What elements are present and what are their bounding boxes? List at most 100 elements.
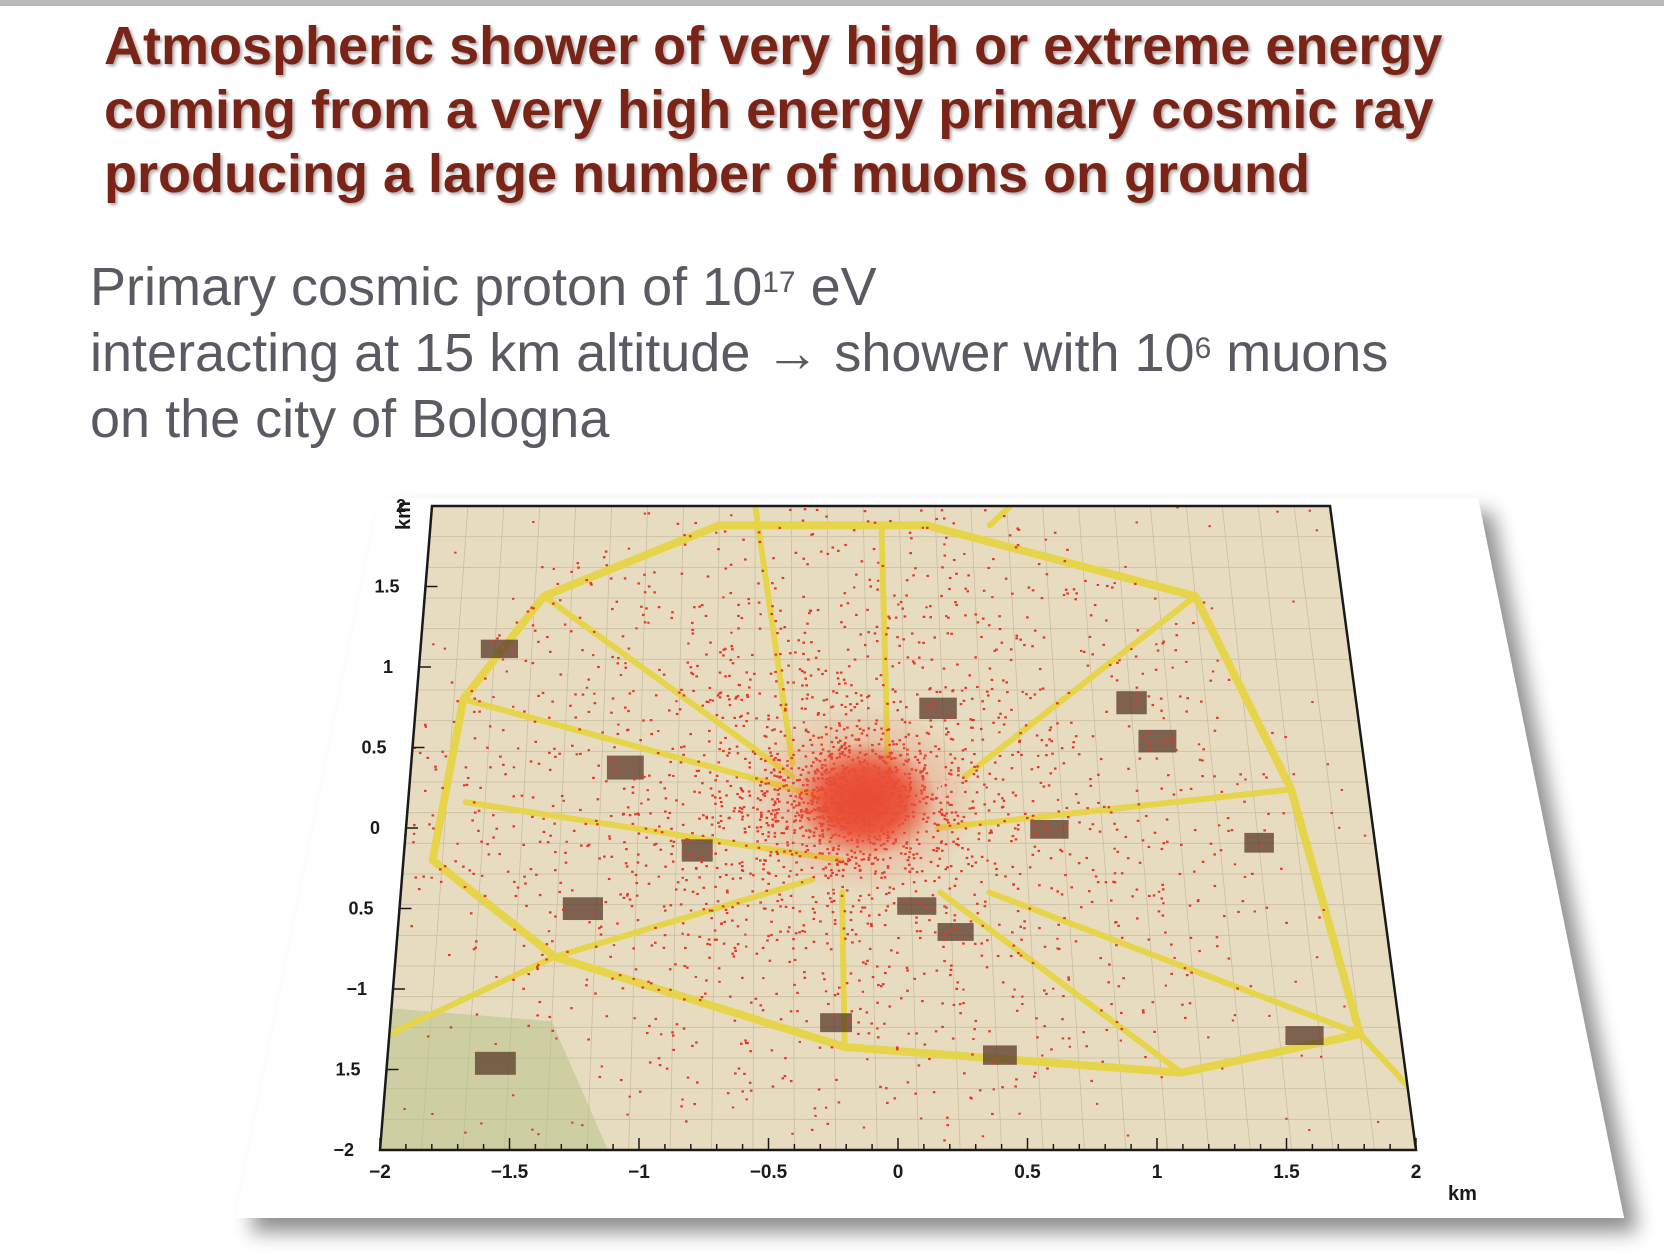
muon-hit	[856, 817, 860, 820]
muon-hit	[810, 743, 814, 747]
muon-hit	[861, 818, 865, 821]
muon-hit	[741, 861, 744, 864]
muon-hit	[589, 582, 593, 585]
muon-hit	[891, 842, 895, 845]
muon-hit	[767, 934, 770, 938]
muon-hit	[1243, 800, 1246, 803]
muon-hit	[1007, 813, 1010, 816]
muon-hit	[866, 822, 870, 825]
muon-hit	[694, 521, 698, 525]
muon-hit	[786, 825, 789, 829]
building	[1285, 1026, 1324, 1046]
muon-hit	[1048, 729, 1052, 732]
muon-hit	[866, 520, 870, 523]
muon-hit	[830, 788, 834, 792]
muon-hit	[729, 563, 733, 566]
muon-hit	[893, 781, 897, 785]
muon-hit	[899, 700, 902, 703]
muon-hit	[1115, 1020, 1119, 1024]
muon-hit	[707, 938, 711, 941]
muon-hit	[1018, 872, 1022, 875]
muon-hit	[602, 556, 606, 559]
muon-hit	[902, 743, 906, 746]
y-tick-label: 0.5	[348, 899, 373, 919]
muon-hit	[827, 862, 831, 866]
muon-hit	[732, 839, 736, 842]
muon-hit	[654, 694, 658, 697]
muon-hit	[906, 989, 909, 992]
muon-hit	[861, 839, 865, 843]
muon-hit	[1135, 686, 1139, 689]
muon-hit	[1077, 753, 1081, 756]
muon-hit	[804, 677, 808, 680]
muon-hit	[818, 796, 821, 799]
muon-hit	[771, 582, 774, 585]
muon-hit	[536, 965, 539, 968]
muon-hit	[817, 668, 820, 671]
muon-hit	[886, 755, 889, 759]
muon-hit	[1029, 696, 1032, 700]
muon-hit	[852, 818, 856, 821]
muon-hit	[821, 810, 824, 813]
muon-hit	[791, 1132, 794, 1135]
muon-hit	[850, 787, 853, 790]
muon-hit	[724, 863, 728, 866]
muon-hit	[705, 817, 709, 820]
muon-hit	[1161, 914, 1165, 917]
muon-hit	[896, 709, 899, 712]
muon-hit	[1300, 1054, 1303, 1057]
muon-hit	[771, 1085, 775, 1088]
muon-hit	[906, 753, 909, 756]
muon-hit	[637, 813, 641, 816]
muon-hit	[841, 806, 845, 809]
muon-hit	[854, 797, 858, 801]
muon-hit	[798, 910, 802, 913]
muon-hit	[965, 856, 969, 860]
muon-hit	[1207, 1036, 1210, 1039]
muon-hit	[656, 751, 660, 755]
muon-hit	[987, 624, 991, 627]
muon-hit	[883, 1022, 886, 1025]
muon-hit	[1249, 985, 1253, 988]
muon-hit	[1027, 586, 1031, 589]
muon-hit	[867, 1032, 871, 1035]
muon-hit	[705, 653, 708, 656]
muon-hit	[496, 637, 499, 640]
muon-hit	[531, 661, 535, 665]
muon-hit	[657, 730, 660, 733]
muon-hit	[835, 852, 839, 855]
muon-hit	[632, 690, 635, 693]
muon-hit	[842, 868, 845, 872]
muon-hit	[910, 768, 914, 771]
muon-hit	[1043, 821, 1047, 824]
muon-hit	[867, 707, 870, 710]
muon-hit	[475, 1013, 479, 1016]
muon-hit	[778, 776, 782, 779]
muon-hit	[1174, 622, 1178, 625]
muon-hit	[501, 646, 504, 649]
muon-hit	[1008, 534, 1012, 537]
muon-hit	[883, 924, 887, 927]
muon-hit	[604, 550, 608, 553]
muon-hit	[907, 863, 911, 866]
muon-hit	[1086, 664, 1090, 667]
muon-hit	[833, 922, 837, 925]
muon-hit	[812, 779, 816, 782]
muon-hit	[811, 789, 815, 792]
muon-hit	[1215, 936, 1219, 939]
x-tick-labels: −2 −1.5 −1 −0.5 0 0.5 1 1.5 2	[369, 1162, 1421, 1183]
muon-hit	[494, 1043, 497, 1046]
muon-hit	[841, 785, 845, 788]
muon-hit	[929, 687, 932, 690]
muon-hit	[854, 773, 858, 777]
muon-hit	[788, 508, 792, 512]
muon-hit	[792, 681, 795, 684]
muon-hit	[1126, 857, 1130, 860]
muon-hit	[613, 757, 616, 760]
muon-hit	[831, 834, 835, 837]
muon-hit	[548, 751, 551, 755]
muon-hit	[889, 769, 893, 772]
muon-hit	[943, 1139, 946, 1142]
muon-hit	[867, 694, 871, 697]
muon-hit	[884, 771, 888, 774]
